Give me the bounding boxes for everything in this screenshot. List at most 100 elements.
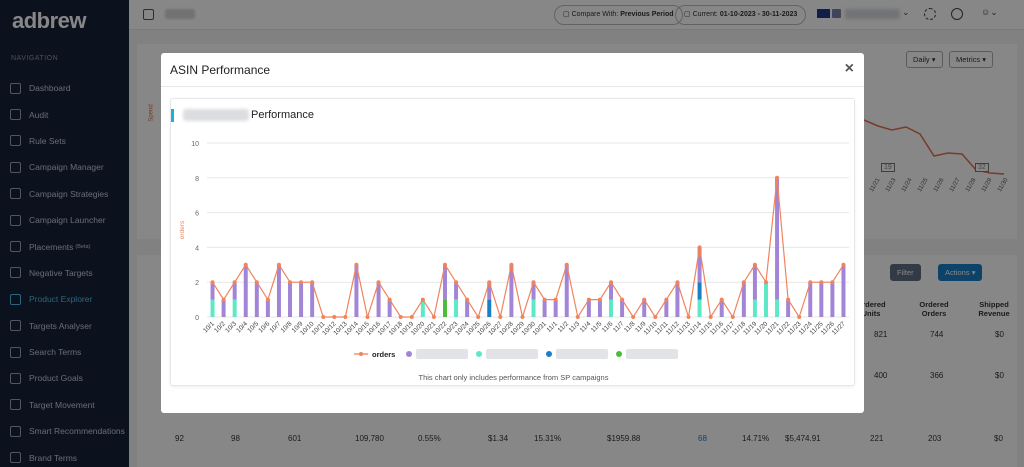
bar — [752, 264, 757, 300]
bar — [232, 299, 237, 317]
orders-point — [830, 280, 835, 285]
orders-point — [664, 297, 669, 302]
orders-point — [786, 297, 791, 302]
orders-point — [387, 297, 392, 302]
orders-point — [775, 175, 780, 180]
orders-point — [310, 280, 315, 285]
orders-point — [299, 280, 304, 285]
x-tick-label: 11/27 — [831, 320, 847, 336]
y-tick-label: 10 — [191, 141, 199, 148]
orders-point — [708, 315, 713, 319]
orders-point — [741, 280, 746, 285]
y-axis-label: orders — [179, 220, 186, 239]
orders-point — [376, 280, 381, 285]
orders-point — [232, 280, 237, 285]
orders-point — [487, 280, 492, 285]
orders-point — [620, 297, 625, 302]
orders-point — [365, 315, 370, 319]
orders-point — [752, 262, 757, 267]
legend-label-redacted — [416, 349, 468, 359]
bar — [454, 299, 459, 317]
orders-point — [553, 297, 558, 302]
bar — [221, 299, 226, 317]
bar — [553, 299, 558, 317]
orders-point — [642, 297, 647, 302]
orders-point — [442, 262, 447, 267]
legend-label-redacted — [626, 349, 678, 359]
orders-point — [631, 315, 636, 319]
close-icon[interactable]: × — [845, 60, 854, 78]
orders-point — [498, 315, 503, 319]
bar — [442, 299, 447, 317]
orders-point — [686, 315, 691, 319]
orders-point — [343, 315, 348, 319]
orders-point — [841, 262, 846, 267]
y-tick-label: 2 — [195, 280, 199, 287]
orders-point — [763, 280, 768, 285]
orders-point — [586, 297, 591, 302]
orders-point — [542, 297, 547, 302]
bar — [697, 299, 702, 317]
bar — [697, 282, 702, 300]
bar — [542, 299, 547, 317]
orders-point — [465, 297, 470, 302]
orders-point — [476, 315, 481, 319]
orders-point — [276, 262, 281, 267]
orders-point — [243, 262, 248, 267]
legend-swatch — [546, 351, 552, 357]
orders-point — [597, 297, 602, 302]
orders-point — [675, 280, 680, 285]
orders-point — [398, 315, 403, 319]
legend-label-redacted — [556, 349, 608, 359]
bar — [597, 299, 602, 317]
orders-point — [288, 280, 293, 285]
orders-point — [520, 315, 525, 319]
orders-point — [332, 315, 337, 319]
orders-point — [431, 315, 436, 319]
bar — [841, 264, 846, 317]
performance-chart: 0246810orders10/110/210/310/410/510/610/… — [179, 141, 849, 359]
orders-point — [808, 280, 813, 285]
legend-orders-label: orders — [372, 350, 395, 359]
orders-point — [454, 280, 459, 285]
orders-point — [409, 315, 414, 319]
orders-point — [254, 280, 259, 285]
bar — [210, 299, 215, 317]
bar — [609, 299, 614, 317]
y-tick-label: 4 — [195, 245, 199, 252]
orders-point — [653, 315, 658, 319]
bar — [830, 282, 835, 317]
orders-point — [797, 315, 802, 319]
bar — [752, 299, 757, 317]
bar — [531, 299, 536, 317]
modal-header: ASIN Performance × — [161, 53, 864, 87]
orders-point — [531, 280, 536, 285]
orders-point — [564, 262, 569, 267]
y-tick-label: 6 — [195, 211, 199, 218]
bar — [288, 282, 293, 317]
legend-swatch — [406, 351, 412, 357]
orders-point — [609, 280, 614, 285]
orders-point — [697, 245, 702, 250]
modal-title: ASIN Performance — [170, 63, 271, 77]
legend-swatch — [616, 351, 622, 357]
legend-swatch — [476, 351, 482, 357]
orders-point — [265, 297, 270, 302]
asin-performance-modal: ASIN Performance × Performance 0 2 4 6 8 10 or… — [161, 53, 864, 413]
orders-point — [210, 280, 215, 285]
bar — [487, 299, 492, 317]
orders-point — [575, 315, 580, 319]
orders-point — [420, 297, 425, 302]
orders-point — [354, 262, 359, 267]
bar — [299, 282, 304, 317]
y-tick-label: 8 — [195, 176, 199, 183]
bar — [276, 264, 281, 317]
orders-point — [509, 262, 514, 267]
performance-chart-card: Performance 0 2 4 6 8 10 orders 10/1 10/2 10/3 10/… — [170, 98, 855, 386]
bar — [763, 282, 768, 317]
chart-note: This chart only includes performance fro… — [418, 373, 609, 382]
orders-point — [221, 297, 226, 302]
bar — [819, 282, 824, 317]
orders-point — [819, 280, 824, 285]
orders-point — [321, 315, 326, 319]
